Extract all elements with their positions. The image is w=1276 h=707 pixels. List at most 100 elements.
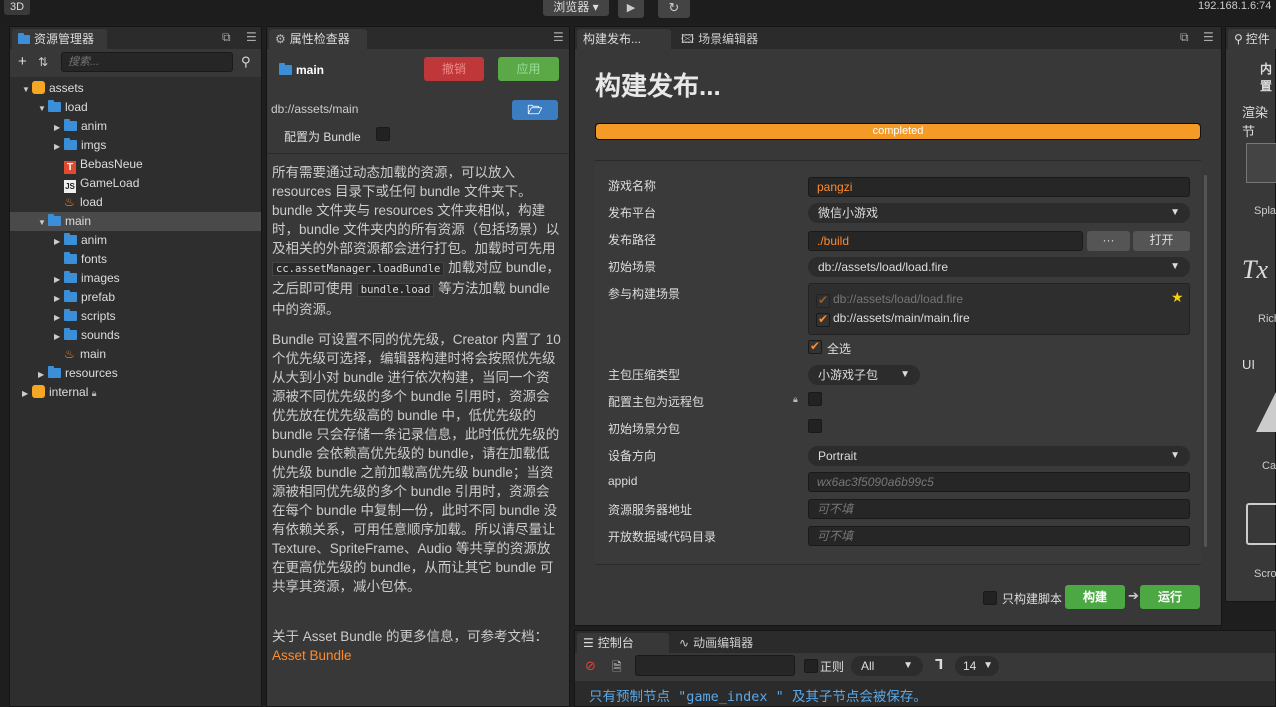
tree-item-load-scene[interactable]: ♨ load	[64, 193, 103, 212]
server-label: 资源服务器地址	[608, 503, 693, 517]
folder-icon	[48, 100, 61, 112]
platform-value: 微信小游戏	[818, 206, 879, 220]
more-info-label: 关于 Asset Bundle 的更多信息，可参考文档：	[272, 629, 549, 644]
remote-checkbox[interactable]	[808, 392, 822, 406]
open-data-input[interactable]: 可不填	[808, 526, 1190, 546]
tree-item-imgs[interactable]: ▶ imgs	[54, 136, 106, 155]
tree-item-assets[interactable]: ▼ assets	[22, 79, 84, 98]
regex-checkbox[interactable]	[804, 659, 818, 673]
gear-icon: ⚙	[275, 32, 286, 46]
tree-item-label: assets	[49, 81, 84, 95]
folder-icon	[64, 328, 77, 340]
tree-item-scripts[interactable]: ▶ scripts	[54, 307, 116, 326]
form-scrollbar[interactable]	[1204, 175, 1207, 547]
tab-animation-editor[interactable]: ∿ 动画编辑器	[673, 633, 783, 653]
tab-console[interactable]: ☰ 控制台	[577, 633, 669, 653]
tree-item-anim[interactable]: ▶ anim	[54, 117, 107, 136]
folder-icon	[64, 119, 77, 131]
menu-icon[interactable]: ☰	[1203, 31, 1214, 43]
build-panel: 构建发布... 🖾︎ 场景编辑器 ⧉ ☰ 构建发布... completed 游戏…	[574, 26, 1222, 626]
console-filter-input[interactable]	[635, 655, 795, 676]
document-icon[interactable]: 🗎︎	[612, 658, 622, 679]
browser-preview-dropdown[interactable]: 浏览器 ▾	[543, 0, 609, 16]
game-name-input[interactable]: pangzi	[808, 177, 1190, 197]
appid-input[interactable]: wx6ac3f5090a6b99c5	[808, 472, 1190, 492]
platform-select[interactable]: 微信小游戏 ▼	[808, 203, 1190, 223]
search-icon[interactable]: ⚲	[241, 54, 251, 70]
tree-item-load[interactable]: ▼ load	[38, 98, 88, 117]
open-path-button[interactable]: 打开	[1133, 231, 1190, 251]
mode-3d-toggle[interactable]: 3D	[4, 0, 30, 15]
clear-icon[interactable]: ⊘	[585, 658, 596, 674]
maximize-icon[interactable]: ⧉	[1180, 31, 1189, 43]
scenes-label: 参与构建场景	[608, 287, 681, 301]
tree-item-sounds[interactable]: ▶ sounds	[54, 326, 120, 345]
tree-item-label: resources	[65, 366, 118, 380]
tree-item-main[interactable]: ▼ main	[10, 212, 261, 231]
camera-icon[interactable]	[1256, 392, 1276, 432]
scrollview-icon[interactable]	[1246, 503, 1276, 545]
build-path-input[interactable]: ./build	[808, 231, 1083, 251]
log-level-select[interactable]: All ▼	[851, 656, 923, 676]
menu-icon[interactable]: ☰	[553, 31, 564, 43]
divider	[595, 564, 1201, 565]
play-button[interactable]: ▶	[618, 0, 644, 18]
tab-asset-manager[interactable]: 资源管理器	[12, 29, 107, 49]
splash-sprite-icon[interactable]	[1246, 143, 1276, 183]
tree-item-prefab[interactable]: ▶ prefab	[54, 288, 115, 307]
refresh-button[interactable]: ↻	[658, 0, 690, 18]
only-script-checkbox[interactable]	[983, 591, 997, 605]
build-button[interactable]: 构建	[1065, 585, 1125, 609]
start-scene-select[interactable]: db://assets/load/load.fire ▼	[808, 257, 1190, 277]
select-all-label: 全选	[827, 342, 852, 356]
maximize-icon[interactable]: ⧉	[222, 31, 231, 43]
run-button[interactable]: 运行	[1140, 585, 1200, 609]
orientation-select[interactable]: Portrait ▼	[808, 446, 1190, 466]
tree-item-main-scene[interactable]: ♨ main	[64, 345, 106, 364]
select-all-checkbox[interactable]	[808, 339, 822, 354]
richtext-icon[interactable]: Tx	[1242, 255, 1268, 285]
controls-icon: ⚲	[1234, 32, 1243, 46]
splash-label: Spla	[1254, 205, 1276, 217]
scene-item-main: db://assets/main/main.fire	[833, 311, 970, 325]
tree-item-gameload[interactable]: JS GameLoad	[64, 174, 139, 193]
tree-item-label: main	[80, 347, 107, 361]
sort-icon[interactable]: ⇅	[38, 55, 48, 69]
progress-text: completed	[872, 125, 924, 137]
camera-label: Ca	[1262, 460, 1276, 472]
tree-item-resources[interactable]: ▶ resources	[38, 364, 118, 383]
tree-item-bebasneue[interactable]: T BebasNeue	[64, 155, 143, 174]
tree-item-anim[interactable]: ▶ anim	[54, 231, 107, 250]
apply-button[interactable]: 应用	[498, 57, 559, 81]
menu-icon[interactable]: ☰	[246, 31, 257, 43]
tab-scene-editor[interactable]: 🖾︎ 场景编辑器	[675, 29, 795, 49]
start-subpkg-checkbox[interactable]	[808, 419, 822, 433]
appid-label: appid	[608, 474, 638, 488]
open-folder-button[interactable]: 🗁︎	[512, 100, 558, 120]
tree-item-images[interactable]: ▶ images	[54, 269, 120, 288]
folder-icon	[64, 138, 77, 150]
scene-checkbox-main[interactable]	[816, 312, 830, 327]
builtin-tab[interactable]: 内置	[1260, 60, 1275, 94]
compress-select[interactable]: 小游戏子包 ▼	[808, 365, 920, 385]
caret-down-icon: ▼	[903, 660, 913, 671]
tab-controls[interactable]: ⚲ 控件	[1228, 29, 1276, 49]
browse-path-button[interactable]: ···	[1087, 231, 1130, 251]
tab-inspector[interactable]: ⚙ 属性检查器	[269, 29, 367, 49]
tree-item-internal[interactable]: ▶ internal 🔒︎	[22, 383, 97, 402]
platform-label: 发布平台	[608, 206, 657, 220]
bundle-checkbox[interactable]	[376, 127, 390, 141]
font-size-select[interactable]: 14 ▼	[955, 656, 999, 676]
controls-panel: ⚲控件 内置 渲染节 Spla Tx Rich UI Ca Scro	[1225, 26, 1276, 602]
asset-path: db://assets/main	[271, 102, 359, 116]
add-icon[interactable]: +	[18, 54, 27, 69]
asset-search-input[interactable]	[61, 52, 233, 72]
tree-item-fonts[interactable]: fonts	[64, 250, 107, 269]
start-scene-label: 初始场景	[608, 260, 657, 274]
tab-build[interactable]: 构建发布...	[577, 29, 671, 49]
revert-button[interactable]: 撤销	[424, 57, 484, 81]
server-input[interactable]: 可不填	[808, 499, 1190, 519]
desc-text: 所有需要通过动态加载的资源，可以放入 resources 目录下或任何 bund…	[272, 165, 560, 256]
asset-bundle-link[interactable]: Asset Bundle	[272, 648, 352, 663]
font-icon: T	[64, 161, 76, 174]
